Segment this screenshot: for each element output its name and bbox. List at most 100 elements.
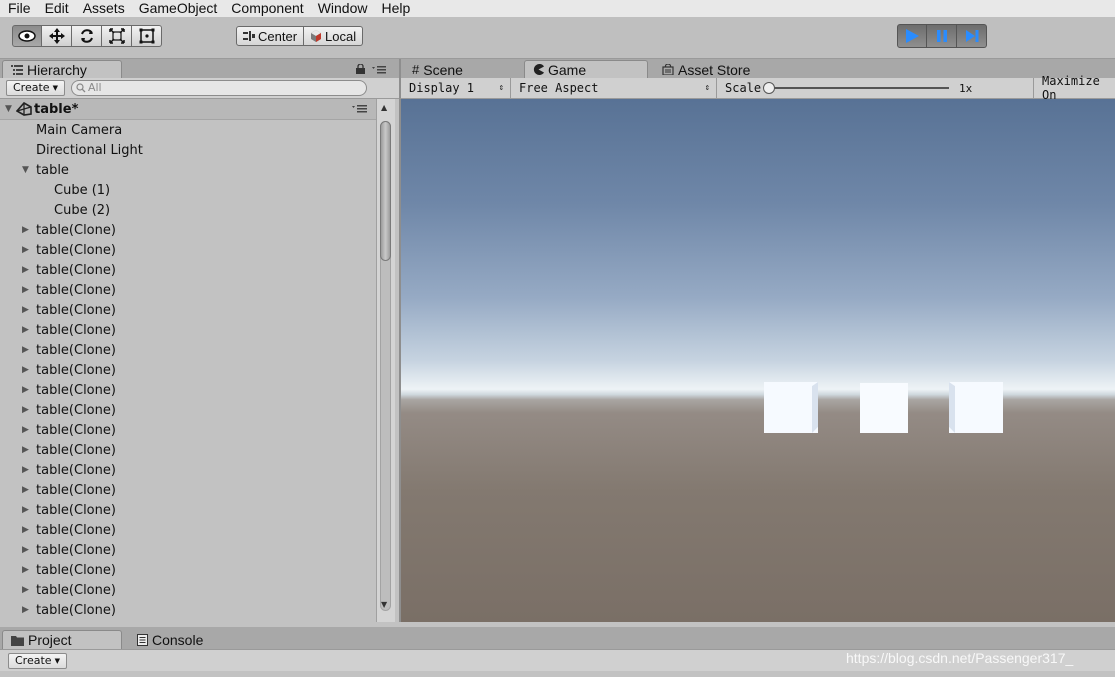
fold-closed-icon[interactable]: ▶: [22, 245, 32, 255]
aspect-dropdown[interactable]: Free Aspect ⇕: [511, 78, 717, 98]
menu-edit[interactable]: Edit: [38, 0, 76, 17]
scene-header-row[interactable]: ▼ table*: [0, 99, 376, 120]
fold-closed-icon[interactable]: ▶: [22, 365, 32, 375]
dropdown-arrow-icon: ▼: [54, 657, 60, 665]
fold-closed-icon[interactable]: ▶: [22, 425, 32, 435]
fold-closed-icon[interactable]: ▶: [22, 445, 32, 455]
fold-closed-icon[interactable]: ▶: [22, 465, 32, 475]
hierarchy-item[interactable]: ▶ table(Clone): [22, 540, 116, 560]
project-create-button[interactable]: Create ▼: [8, 653, 67, 669]
fold-open-icon[interactable]: ▼: [22, 165, 32, 175]
hierarchy-item[interactable]: ▶ table(Clone): [22, 600, 116, 620]
fold-closed-icon[interactable]: ▶: [22, 305, 32, 315]
hierarchy-item[interactable]: ▶ table(Clone): [22, 340, 116, 360]
hierarchy-item-label: table(Clone): [36, 582, 116, 598]
tab-hierarchy[interactable]: Hierarchy: [2, 60, 122, 78]
hierarchy-item[interactable]: ▶ table(Clone): [22, 580, 116, 600]
hierarchy-item[interactable]: ▶ table(Clone): [22, 440, 116, 460]
tab-game[interactable]: Game: [524, 60, 648, 78]
tab-asset-store-label: Asset Store: [678, 61, 751, 78]
step-button[interactable]: [957, 24, 987, 48]
rect-tool-button[interactable]: [132, 25, 162, 47]
rotate-tool-button[interactable]: [72, 25, 102, 47]
view-tool-button[interactable]: [12, 25, 42, 47]
tab-project-label: Project: [28, 632, 72, 648]
menu-component[interactable]: Component: [224, 0, 310, 17]
lock-icon[interactable]: [356, 64, 365, 74]
pivot-local-button[interactable]: Local: [304, 26, 364, 46]
display-dropdown[interactable]: Display 1 ⇕: [401, 78, 511, 98]
hierarchy-item[interactable]: ▶ table(Clone): [22, 360, 116, 380]
tab-asset-store[interactable]: Asset Store: [653, 60, 783, 78]
fold-closed-icon[interactable]: ▶: [22, 505, 32, 515]
hierarchy-item[interactable]: ▼ table: [22, 160, 69, 180]
pivot-center-button[interactable]: Center: [236, 26, 305, 46]
hierarchy-item[interactable]: ▶ table(Clone): [22, 420, 116, 440]
panel-menu-icon[interactable]: [372, 66, 386, 74]
fold-closed-icon[interactable]: ▶: [22, 225, 32, 235]
hierarchy-item[interactable]: ▶ table(Clone): [22, 380, 116, 400]
tab-console[interactable]: Console: [128, 630, 248, 649]
scroll-thumb[interactable]: [380, 121, 391, 261]
scroll-down-icon[interactable]: ▼: [381, 600, 387, 609]
fold-open-icon[interactable]: ▼: [5, 104, 15, 114]
hierarchy-item[interactable]: ▶ table(Clone): [22, 480, 116, 500]
tab-hierarchy-label: Hierarchy: [27, 61, 87, 78]
scroll-up-icon[interactable]: ▲: [381, 103, 387, 112]
menu-gameobject[interactable]: GameObject: [132, 0, 225, 17]
hierarchy-item[interactable]: Directional Light: [36, 140, 143, 160]
hierarchy-item[interactable]: ▶ table(Clone): [22, 460, 116, 480]
hierarchy-item-label: table(Clone): [36, 382, 116, 398]
fold-closed-icon[interactable]: ▶: [22, 585, 32, 595]
menu-assets[interactable]: Assets: [76, 0, 132, 17]
scale-value: 1x: [959, 81, 973, 95]
scale-slider[interactable]: [763, 82, 949, 94]
fold-closed-icon[interactable]: ▶: [22, 285, 32, 295]
hierarchy-item[interactable]: ▶ table(Clone): [22, 500, 116, 520]
move-icon: [48, 28, 65, 44]
tab-project[interactable]: Project: [2, 630, 122, 649]
hierarchy-item[interactable]: ▶ table(Clone): [22, 300, 116, 320]
scale-tool-button[interactable]: [102, 25, 132, 47]
menu-window[interactable]: Window: [311, 0, 375, 17]
move-tool-button[interactable]: [42, 25, 72, 47]
hierarchy-item[interactable]: Cube (1): [54, 180, 110, 200]
hierarchy-item[interactable]: ▶ table(Clone): [22, 280, 116, 300]
fold-closed-icon[interactable]: ▶: [22, 385, 32, 395]
play-button[interactable]: [897, 24, 927, 48]
aspect-value: Free Aspect: [519, 81, 599, 95]
cube-right-side: [949, 382, 955, 433]
scale-slider-knob[interactable]: [763, 82, 775, 94]
maximize-on-play-toggle[interactable]: Maximize On: [1034, 74, 1115, 102]
hierarchy-item[interactable]: ▶ table(Clone): [22, 520, 116, 540]
hierarchy-item[interactable]: ▶ table(Clone): [22, 220, 116, 240]
hierarchy-create-button[interactable]: Create ▼: [6, 80, 65, 96]
fold-closed-icon[interactable]: ▶: [22, 325, 32, 335]
fold-closed-icon[interactable]: ▶: [22, 485, 32, 495]
hierarchy-item[interactable]: ▶ table(Clone): [22, 560, 116, 580]
tab-game-label: Game: [548, 61, 587, 78]
fold-closed-icon[interactable]: ▶: [22, 605, 32, 615]
fold-closed-icon[interactable]: ▶: [22, 525, 32, 535]
hierarchy-scrollbar[interactable]: ▲ ▼: [376, 99, 395, 622]
hierarchy-item[interactable]: ▶ table(Clone): [22, 320, 116, 340]
menu-help[interactable]: Help: [374, 0, 417, 17]
rotate-icon: [80, 29, 93, 43]
hierarchy-search-input[interactable]: All: [70, 80, 367, 96]
game-viewport[interactable]: [399, 99, 1115, 622]
scene-menu-icon[interactable]: [352, 105, 368, 113]
pause-button[interactable]: [927, 24, 957, 48]
fold-closed-icon[interactable]: ▶: [22, 265, 32, 275]
scale-control: Scale 1x: [717, 78, 1034, 98]
fold-closed-icon[interactable]: ▶: [22, 545, 32, 555]
fold-closed-icon[interactable]: ▶: [22, 345, 32, 355]
hierarchy-item[interactable]: ▶ table(Clone): [22, 260, 116, 280]
hierarchy-item[interactable]: ▶ table(Clone): [22, 240, 116, 260]
fold-closed-icon[interactable]: ▶: [22, 565, 32, 575]
hierarchy-item[interactable]: Main Camera: [36, 120, 122, 140]
hierarchy-item[interactable]: ▶ table(Clone): [22, 400, 116, 420]
fold-closed-icon[interactable]: ▶: [22, 405, 32, 415]
menu-file[interactable]: File: [0, 0, 38, 17]
tab-scene[interactable]: # Scene: [403, 60, 513, 78]
hierarchy-item[interactable]: Cube (2): [54, 200, 110, 220]
